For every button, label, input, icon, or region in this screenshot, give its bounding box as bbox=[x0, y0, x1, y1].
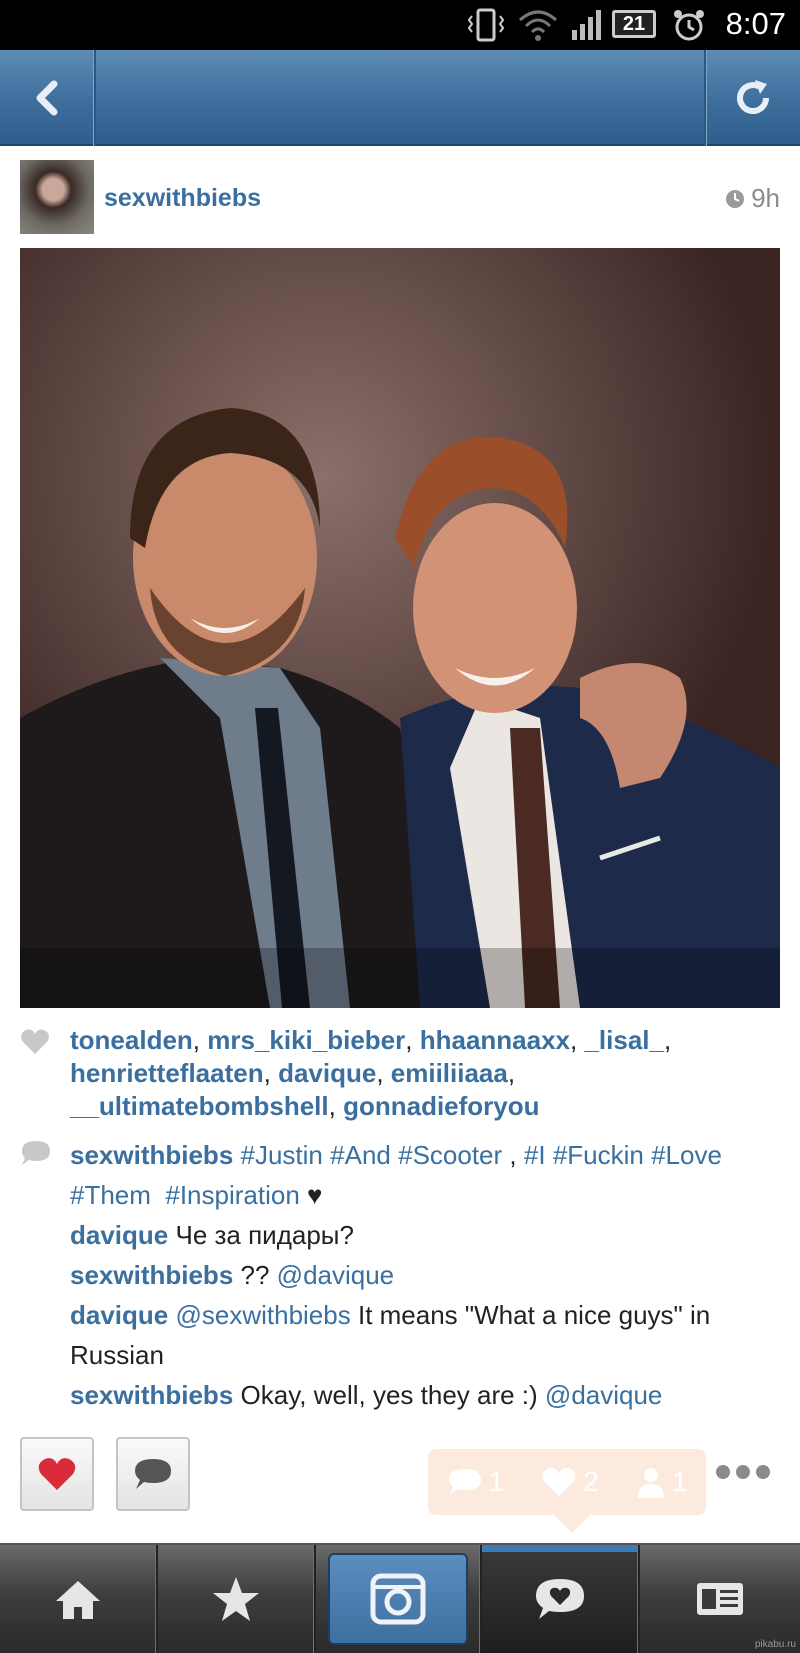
tab-home[interactable] bbox=[0, 1545, 158, 1653]
person-icon bbox=[637, 1468, 664, 1498]
caption-user[interactable]: sexwithbiebs bbox=[70, 1140, 233, 1170]
watermark: pikabu.ru bbox=[754, 1639, 796, 1650]
comment-item: davique @sexwithbiebs It means "What a n… bbox=[70, 1295, 780, 1375]
status-bar: 21 8:07 bbox=[0, 0, 800, 50]
comment-mention[interactable]: @davique bbox=[545, 1380, 662, 1410]
post-username[interactable]: sexwithbiebs bbox=[104, 184, 261, 213]
tab-profile[interactable] bbox=[640, 1545, 800, 1653]
comments-section: sexwithbiebs #Justin #And #Scooter , #I … bbox=[20, 1135, 780, 1415]
hashtag[interactable]: #Fuckin bbox=[553, 1140, 644, 1170]
back-button[interactable] bbox=[0, 50, 96, 146]
heart-icon bbox=[542, 1467, 576, 1497]
comment-user[interactable]: davique bbox=[70, 1220, 168, 1250]
notif-likes-count: 2 bbox=[583, 1466, 599, 1497]
comment-item: davique Че за пидары? bbox=[70, 1215, 780, 1255]
notif-likes: 2 bbox=[541, 1466, 599, 1498]
liker[interactable]: gonnadieforyou bbox=[343, 1091, 539, 1121]
alarm-icon bbox=[674, 10, 704, 41]
hashtag[interactable]: #Justin bbox=[241, 1140, 323, 1170]
liker[interactable]: tonealden bbox=[70, 1025, 193, 1055]
liker[interactable]: davique bbox=[278, 1058, 376, 1088]
comment-user[interactable]: davique bbox=[70, 1300, 168, 1330]
news-heart-icon bbox=[536, 1579, 584, 1619]
refresh-icon bbox=[737, 80, 769, 115]
post-time: 9h bbox=[725, 183, 780, 214]
like-button[interactable] bbox=[20, 1437, 94, 1511]
comment-user[interactable]: sexwithbiebs bbox=[70, 1380, 233, 1410]
more-options-button[interactable] bbox=[716, 1465, 770, 1479]
heart-outline-icon bbox=[21, 1029, 49, 1054]
heart-symbol: ♥ bbox=[307, 1180, 323, 1210]
tab-camera[interactable] bbox=[316, 1545, 482, 1653]
tab-popular[interactable] bbox=[158, 1545, 316, 1653]
liker[interactable]: emiiliiaaa bbox=[391, 1058, 508, 1088]
clock: 8:07 bbox=[725, 6, 786, 41]
tab-news[interactable] bbox=[482, 1545, 640, 1653]
caption-comma: , bbox=[509, 1140, 517, 1170]
comment-item: sexwithbiebs ?? @davique bbox=[70, 1255, 780, 1295]
wifi-icon bbox=[519, 10, 557, 41]
liker[interactable]: hhaannaaxx bbox=[420, 1025, 570, 1055]
comment-mention[interactable]: @sexwithbiebs bbox=[175, 1300, 350, 1330]
refresh-button[interactable] bbox=[704, 50, 800, 146]
camera-icon bbox=[370, 1573, 426, 1625]
liker[interactable]: __ultimatebombshell bbox=[70, 1091, 329, 1121]
hashtag[interactable]: #Them bbox=[70, 1180, 151, 1210]
battery-level: 21 bbox=[622, 13, 646, 35]
dot-icon bbox=[716, 1465, 730, 1479]
notif-followers: 1 bbox=[636, 1466, 688, 1498]
comment-item: sexwithbiebs Okay, well, yes they are :)… bbox=[70, 1375, 780, 1415]
hashtag[interactable]: #Scooter bbox=[398, 1140, 502, 1170]
time-ago-label: 9h bbox=[751, 183, 780, 213]
post-photo[interactable] bbox=[20, 248, 780, 1008]
notif-followers-count: 1 bbox=[671, 1466, 688, 1497]
hashtag[interactable]: #Inspiration bbox=[165, 1180, 299, 1210]
comment-text: ?? bbox=[240, 1260, 270, 1290]
back-arrow-icon bbox=[36, 80, 58, 116]
bottom-tab-bar bbox=[0, 1543, 800, 1653]
comment-text: Че за пидары? bbox=[175, 1220, 354, 1250]
home-icon bbox=[56, 1581, 100, 1619]
liker[interactable]: _lisal_ bbox=[584, 1025, 664, 1055]
heart-icon bbox=[38, 1458, 76, 1490]
comment-mention[interactable]: @davique bbox=[277, 1260, 394, 1290]
comment-bubble-icon bbox=[22, 1141, 50, 1165]
likes-row: tonealden, mrs_kiki_bieber, hhaannaaxx, … bbox=[20, 1024, 780, 1123]
comment-icon bbox=[135, 1459, 171, 1489]
camera-button[interactable] bbox=[328, 1553, 468, 1645]
hashtag[interactable]: #And bbox=[330, 1140, 391, 1170]
likers-list: tonealden, mrs_kiki_bieber, hhaannaaxx, … bbox=[70, 1025, 672, 1121]
dot-icon bbox=[736, 1465, 750, 1479]
profile-card-icon bbox=[697, 1583, 743, 1615]
notification-pointer bbox=[554, 1515, 590, 1533]
dot-icon bbox=[756, 1465, 770, 1479]
comment-text: Okay, well, yes they are :) bbox=[240, 1380, 538, 1410]
avatar[interactable] bbox=[20, 160, 94, 234]
notif-comments-count: 1 bbox=[488, 1466, 505, 1497]
vibrate-icon bbox=[468, 8, 504, 42]
hashtag[interactable]: #I bbox=[524, 1140, 546, 1170]
battery-icon: 21 bbox=[612, 10, 656, 38]
comment-icon bbox=[448, 1469, 481, 1495]
clock-icon bbox=[726, 189, 745, 208]
nav-bar bbox=[0, 50, 800, 146]
hashtag[interactable]: #Love bbox=[651, 1140, 722, 1170]
comment-button[interactable] bbox=[116, 1437, 190, 1511]
activity-notification[interactable]: 1 2 1 bbox=[428, 1449, 706, 1515]
notif-comments: 1 bbox=[447, 1466, 505, 1498]
photo-illustration bbox=[20, 248, 780, 1008]
liker[interactable]: mrs_kiki_bieber bbox=[207, 1025, 405, 1055]
star-icon bbox=[213, 1577, 259, 1621]
comment-user[interactable]: sexwithbiebs bbox=[70, 1260, 233, 1290]
signal-icon bbox=[572, 10, 601, 40]
liker[interactable]: henrietteflaaten bbox=[70, 1058, 264, 1088]
caption: sexwithbiebs #Justin #And #Scooter , #I … bbox=[70, 1135, 780, 1215]
